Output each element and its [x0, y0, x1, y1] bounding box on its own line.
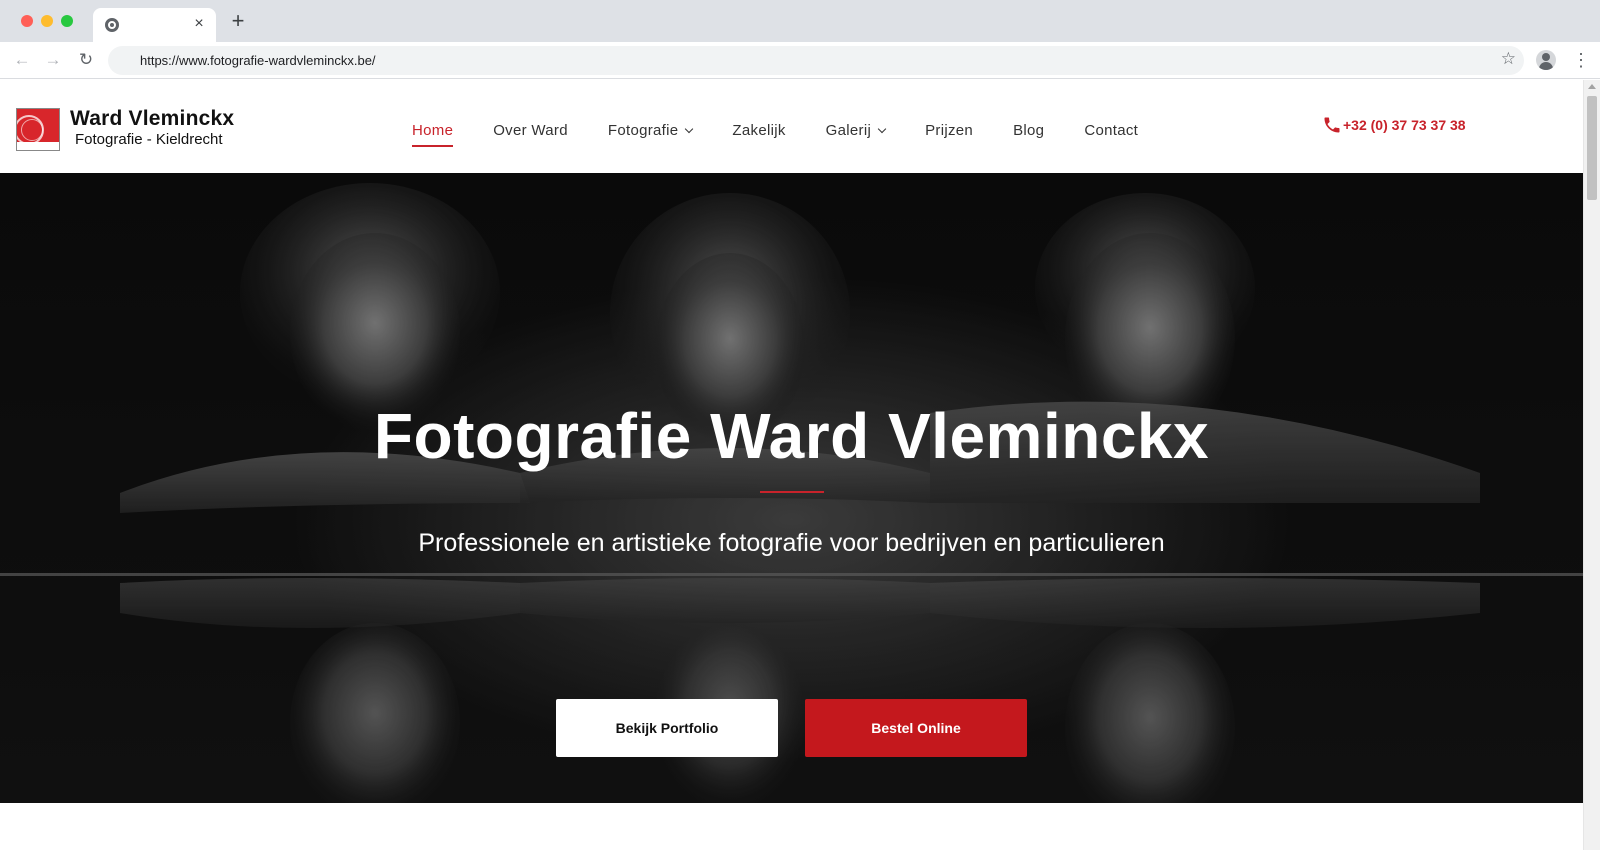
scroll-up-arrow-icon[interactable] — [1588, 84, 1596, 89]
profile-avatar-icon[interactable] — [1536, 50, 1556, 70]
reload-icon[interactable]: ↻ — [74, 48, 98, 72]
hero-section: Fotografie Ward Vleminckx Professionele … — [0, 173, 1583, 803]
hero-title: Fotografie Ward Vleminckx — [373, 400, 1210, 472]
nav-item-zakelijk[interactable]: Zakelijk — [732, 122, 785, 139]
close-window-button[interactable] — [21, 15, 33, 27]
hero-dark-overlay — [0, 173, 1583, 803]
nav-item-over-ward[interactable]: Over Ward — [493, 122, 568, 139]
bookmark-star-icon[interactable]: ☆ — [1501, 49, 1516, 69]
main-navigation: Home Over Ward Fotografie Zakelijk Galer… — [412, 118, 1178, 147]
brand-subtitle: Fotografie - Kieldrecht — [75, 131, 223, 148]
page-scrollbar[interactable] — [1583, 80, 1600, 850]
nav-label: Galerij — [825, 121, 872, 139]
chevron-down-icon — [877, 124, 887, 133]
new-tab-button[interactable]: + — [228, 10, 248, 32]
brand-title[interactable]: Ward Vleminckx — [70, 107, 234, 131]
order-online-button[interactable]: Bestel Online — [805, 699, 1027, 757]
nav-item-fotografie[interactable]: Fotografie — [607, 121, 694, 139]
page-viewport: Ward Vleminckx Fotografie - Kieldrecht H… — [0, 80, 1583, 850]
view-portfolio-button[interactable]: Bekijk Portfolio — [556, 699, 778, 757]
nav-label: Prijzen — [925, 121, 974, 139]
url-text[interactable]: https://www.fotografie-wardvleminckx.be/ — [140, 53, 376, 68]
nav-label: Over Ward — [493, 121, 568, 139]
hero-divider — [760, 491, 824, 493]
chevron-down-icon — [685, 124, 694, 133]
nav-item-blog[interactable]: Blog — [1013, 122, 1044, 139]
browser-menu-icon[interactable]: ⋮ — [1572, 48, 1590, 72]
nav-item-galerij[interactable]: Galerij — [825, 121, 887, 139]
logo-stripe — [17, 142, 59, 150]
scrollbar-thumb[interactable] — [1587, 96, 1597, 200]
nav-label: Contact — [1084, 121, 1139, 139]
close-tab-icon[interactable]: × — [190, 15, 208, 33]
logo-inner-ring-icon — [21, 119, 43, 141]
nav-item-home[interactable]: Home — [412, 121, 454, 147]
maximize-window-button[interactable] — [61, 15, 73, 27]
hero-subtitle: Professionele en artistieke fotografie v… — [418, 529, 1165, 557]
site-header: Ward Vleminckx Fotografie - Kieldrecht H… — [0, 80, 1583, 173]
phone-link[interactable]: +32 (0) 37 73 37 38 — [1322, 115, 1466, 135]
nav-label: Home — [412, 121, 454, 139]
forward-arrow-icon[interactable]: → — [41, 48, 65, 72]
minimize-window-button[interactable] — [41, 15, 53, 27]
back-arrow-icon[interactable]: ← — [10, 48, 34, 72]
browser-toolbar: ← → ↻ https://www.fotografie-wardvleminc… — [0, 42, 1600, 79]
nav-label: Zakelijk — [732, 121, 786, 139]
phone-number: +32 (0) 37 73 37 38 — [1343, 117, 1466, 133]
chrome-favicon-icon — [105, 18, 119, 32]
nav-item-prijzen[interactable]: Prijzen — [925, 122, 973, 139]
phone-icon — [1324, 117, 1340, 133]
browser-tab[interactable]: × — [93, 8, 216, 42]
nav-label: Fotografie — [607, 121, 679, 139]
nav-label: Blog — [1013, 121, 1045, 139]
tab-strip: × + — [0, 0, 1600, 42]
address-bar[interactable]: https://www.fotografie-wardvleminckx.be/… — [108, 46, 1524, 75]
browser-chrome: × + ← → ↻ https://www.fotografie-wardvle… — [0, 0, 1600, 80]
site-logo[interactable] — [16, 108, 60, 151]
nav-item-contact[interactable]: Contact — [1084, 122, 1138, 139]
